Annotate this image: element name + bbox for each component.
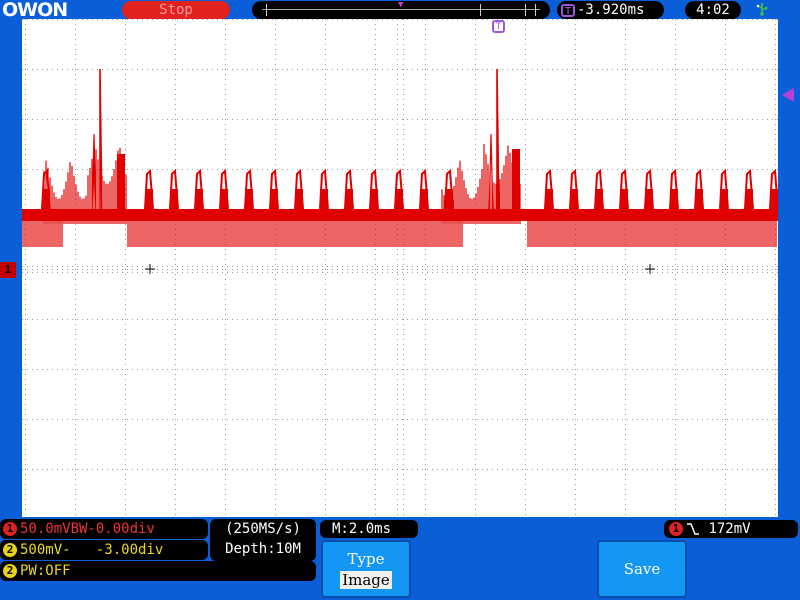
ch1-badge: 1 xyxy=(3,522,17,536)
type-value: Image xyxy=(340,571,392,589)
trigger-offset-display[interactable]: T -3.920ms xyxy=(557,1,664,19)
pw-badge: 2 xyxy=(3,564,17,578)
type-label: Type xyxy=(347,550,385,568)
trigger-time-marker[interactable]: T xyxy=(492,20,505,33)
run-stop-indicator[interactable]: Stop xyxy=(122,1,230,19)
memory-start-tick xyxy=(266,4,267,16)
ch1-waveform xyxy=(22,68,778,247)
top-status-bar: OWON Stop ▼ T -3.920ms 4:02 xyxy=(0,0,800,20)
acquisition-info: (250MS/s) Depth:10M xyxy=(210,519,316,561)
waveform-display[interactable] xyxy=(22,19,778,517)
trigger-info[interactable]: 1 172mV xyxy=(664,520,798,538)
ch2-info-text: 500mV- -3.00div xyxy=(20,542,164,558)
trigger-channel-badge: 1 xyxy=(669,522,683,536)
type-softkey[interactable]: Type Image xyxy=(321,540,411,598)
trigger-level-value: 172mV xyxy=(708,521,751,537)
trigger-icon: T xyxy=(561,3,575,17)
ch1-info-text: 50.0mVBW-0.00div xyxy=(20,521,155,537)
pw-text: PW:OFF xyxy=(20,563,71,579)
memory-view-window xyxy=(480,4,526,16)
brand-logo: OWON xyxy=(2,0,68,21)
record-depth: Depth:10M xyxy=(225,541,301,557)
rising-edge-icon xyxy=(687,523,699,535)
trigger-position-mark: ▼ xyxy=(398,0,404,10)
timebase-info[interactable]: M:2.0ms xyxy=(320,520,418,538)
ch1-position-marker[interactable]: 1 xyxy=(0,262,16,278)
usb-icon xyxy=(756,3,768,16)
sample-rate: (250MS/s) xyxy=(225,521,301,537)
trigger-level-marker[interactable] xyxy=(782,88,794,102)
save-softkey[interactable]: Save xyxy=(597,540,687,598)
memory-end-tick xyxy=(535,4,536,16)
clock: 4:02 xyxy=(685,1,741,19)
trigger-offset-value: -3.920ms xyxy=(577,2,645,18)
ch2-badge: 2 xyxy=(3,543,17,557)
ch1-info[interactable]: 1 50.0mVBW-0.00div xyxy=(0,519,208,539)
ch2-info[interactable]: 2 500mV- -3.00div xyxy=(0,540,208,560)
memory-position-bar[interactable]: ▼ xyxy=(252,1,550,19)
pulse-width-info: 2 PW:OFF xyxy=(0,561,316,581)
